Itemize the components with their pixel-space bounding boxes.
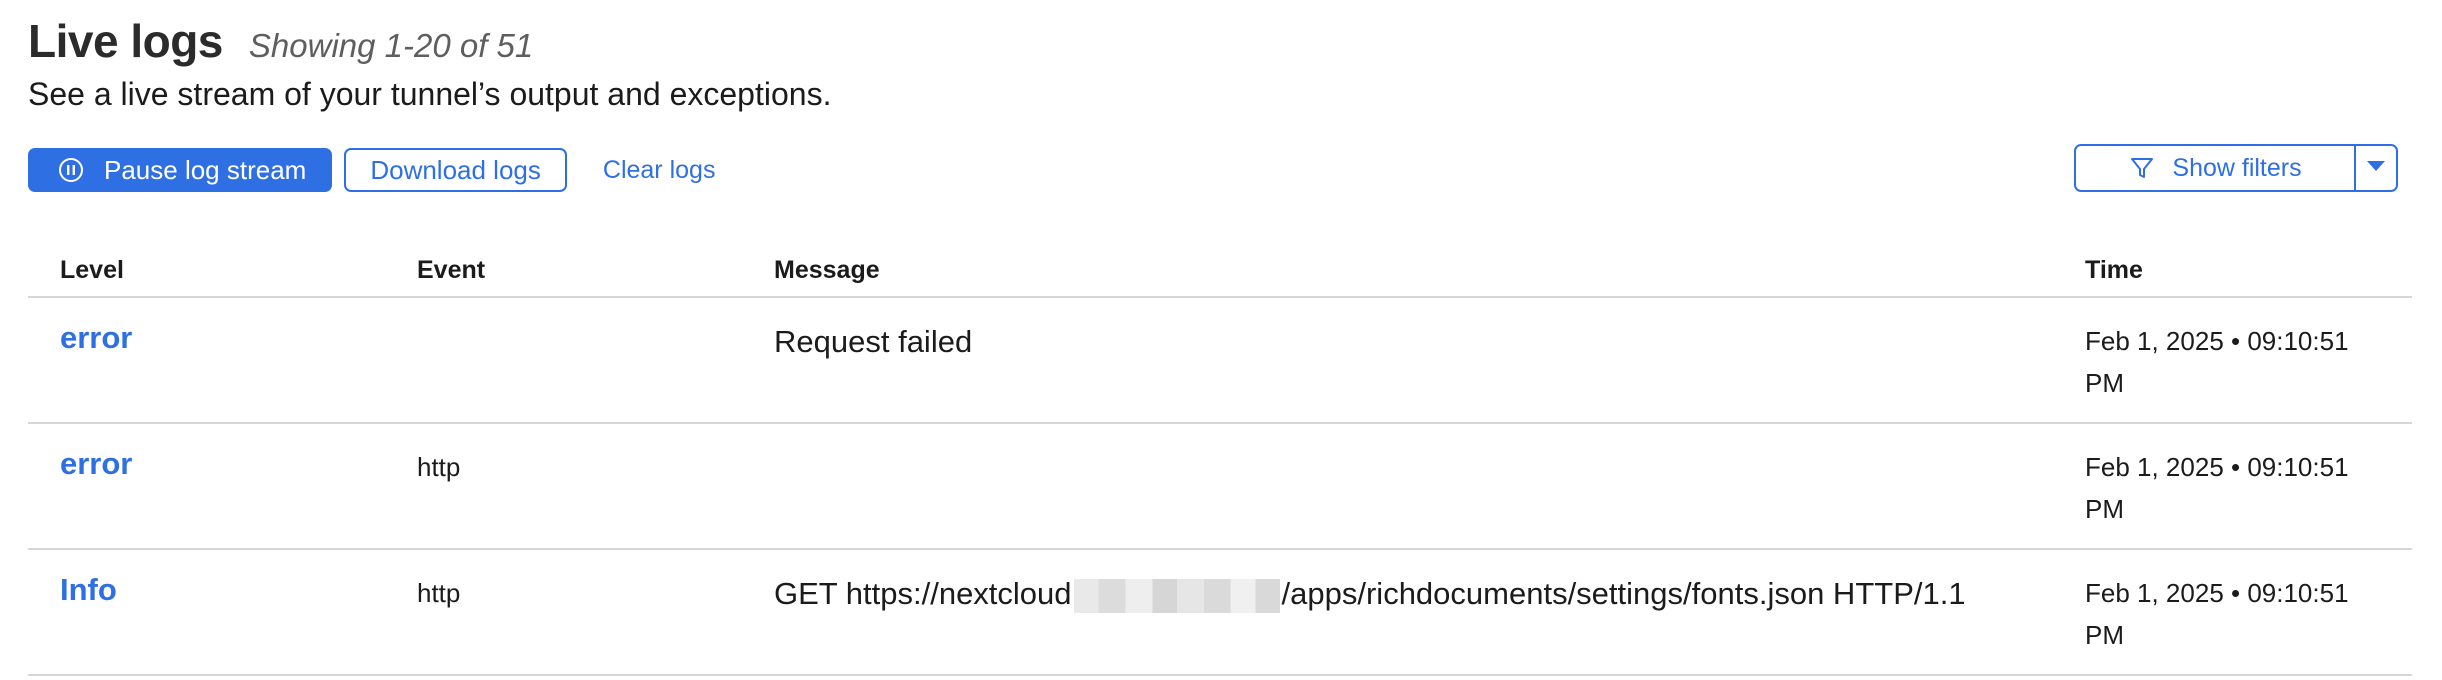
log-event: http (417, 578, 461, 608)
log-event: http (417, 452, 461, 482)
clear-logs-link[interactable]: Clear logs (603, 156, 716, 185)
column-header-message[interactable]: Message (774, 256, 880, 285)
caret-down-icon (2365, 159, 2387, 178)
filters-dropdown-toggle[interactable] (2356, 146, 2396, 190)
log-level[interactable]: Info (60, 572, 117, 608)
log-level[interactable]: error (60, 446, 132, 482)
log-message: Request failed (774, 324, 973, 359)
log-time: Feb 1, 2025 • 09:10:51 PM (2085, 326, 2349, 398)
pause-log-stream-label: Pause log stream (104, 154, 307, 185)
table-row[interactable]: error http Feb 1, 2025 • 09:10:51 PM (28, 424, 2412, 550)
page-subtitle: See a live stream of your tunnel’s outpu… (28, 76, 832, 112)
funnel-icon (2128, 154, 2156, 182)
page-header: Live logs Showing 1-20 of 51 (28, 14, 533, 68)
column-header-level[interactable]: Level (60, 256, 124, 285)
log-message-suffix: /apps/richdocuments/settings/fonts.json … (1281, 576, 1966, 611)
table-header: Level Event Message Time (28, 240, 2412, 298)
log-message-prefix: GET https://nextcloud (774, 576, 1072, 611)
log-message: GET https://nextcloud/apps/richdocuments… (774, 576, 1966, 613)
show-filters-button[interactable]: Show filters (2076, 146, 2356, 190)
column-header-event[interactable]: Event (417, 256, 485, 285)
log-toolbar: Pause log stream Download logs Clear log… (28, 148, 715, 192)
pause-log-stream-button[interactable]: Pause log stream (28, 148, 333, 192)
pause-circle-icon (58, 157, 84, 183)
redacted-hostname (1073, 578, 1280, 613)
filters-split-button: Show filters (2074, 144, 2398, 192)
log-time: Feb 1, 2025 • 09:10:51 PM (2085, 578, 2349, 650)
download-logs-button[interactable]: Download logs (344, 148, 567, 192)
log-time: Feb 1, 2025 • 09:10:51 PM (2085, 452, 2349, 524)
live-logs-page: Live logs Showing 1-20 of 51 See a live … (0, 0, 2442, 680)
show-filters-label: Show filters (2172, 153, 2302, 182)
page-title: Live logs (28, 15, 223, 67)
column-header-time[interactable]: Time (2085, 256, 2143, 285)
pagination-summary: Showing 1-20 of 51 (248, 27, 534, 64)
table-row[interactable]: error Request failed Feb 1, 2025 • 09:10… (28, 298, 2412, 424)
table-row[interactable]: Info http GET https://nextcloud/apps/ric… (28, 550, 2412, 676)
log-level[interactable]: error (60, 320, 132, 356)
logs-table: Level Event Message Time error Request f… (28, 240, 2412, 676)
